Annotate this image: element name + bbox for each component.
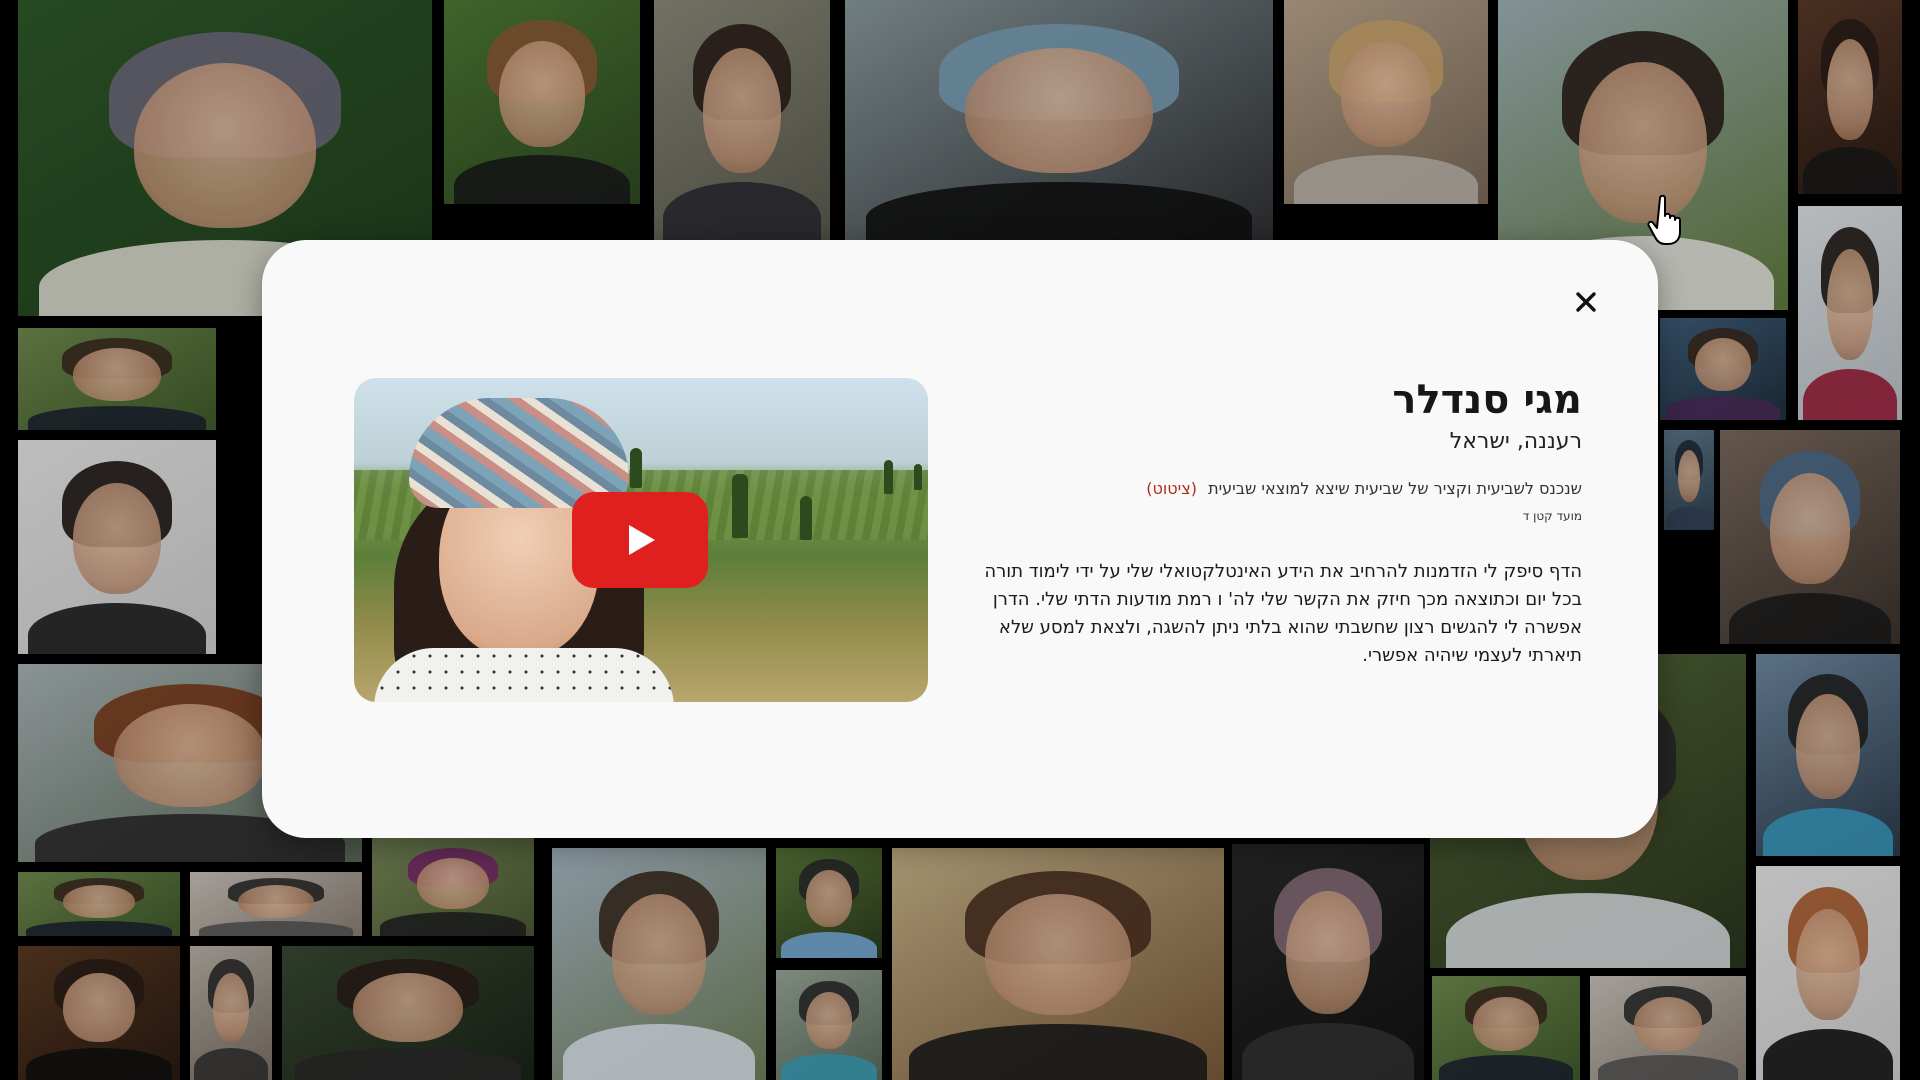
hand-pointer-icon xyxy=(1647,194,1681,245)
testimonial-text: הדף סיפק לי הזדמנות להרחיב את הידע האינט… xyxy=(984,561,1582,666)
video-thumbnail-tree xyxy=(732,474,748,538)
person-name: מגי סנדלר xyxy=(1392,377,1582,423)
quote-link[interactable]: (ציטוט) xyxy=(1146,479,1197,498)
testimonial-modal: מגי סנדלר רעננה, ישראל שנכנס לשביעית וקצ… xyxy=(262,240,1658,838)
play-icon xyxy=(629,525,655,555)
testimonial-info: מגי סנדלר רעננה, ישראל שנכנס לשביעית וקצ… xyxy=(972,376,1582,670)
video-thumbnail-tree xyxy=(884,460,893,494)
close-icon xyxy=(1576,292,1596,312)
quote-text: שנכנס לשביעית וקציר של שביעית שיצא למוצא… xyxy=(1208,479,1582,498)
masechet-label: מועד קטן ד xyxy=(1522,509,1582,523)
close-button[interactable] xyxy=(1568,284,1604,320)
video-thumbnail-tree xyxy=(914,464,922,490)
play-button[interactable] xyxy=(572,492,708,588)
video-thumbnail-tree xyxy=(800,496,812,540)
person-location: רעננה, ישראל xyxy=(1449,429,1582,454)
quote-row: שנכנס לשביעית וקציר של שביעית שיצא למוצא… xyxy=(972,478,1582,500)
video-player[interactable] xyxy=(354,378,928,702)
